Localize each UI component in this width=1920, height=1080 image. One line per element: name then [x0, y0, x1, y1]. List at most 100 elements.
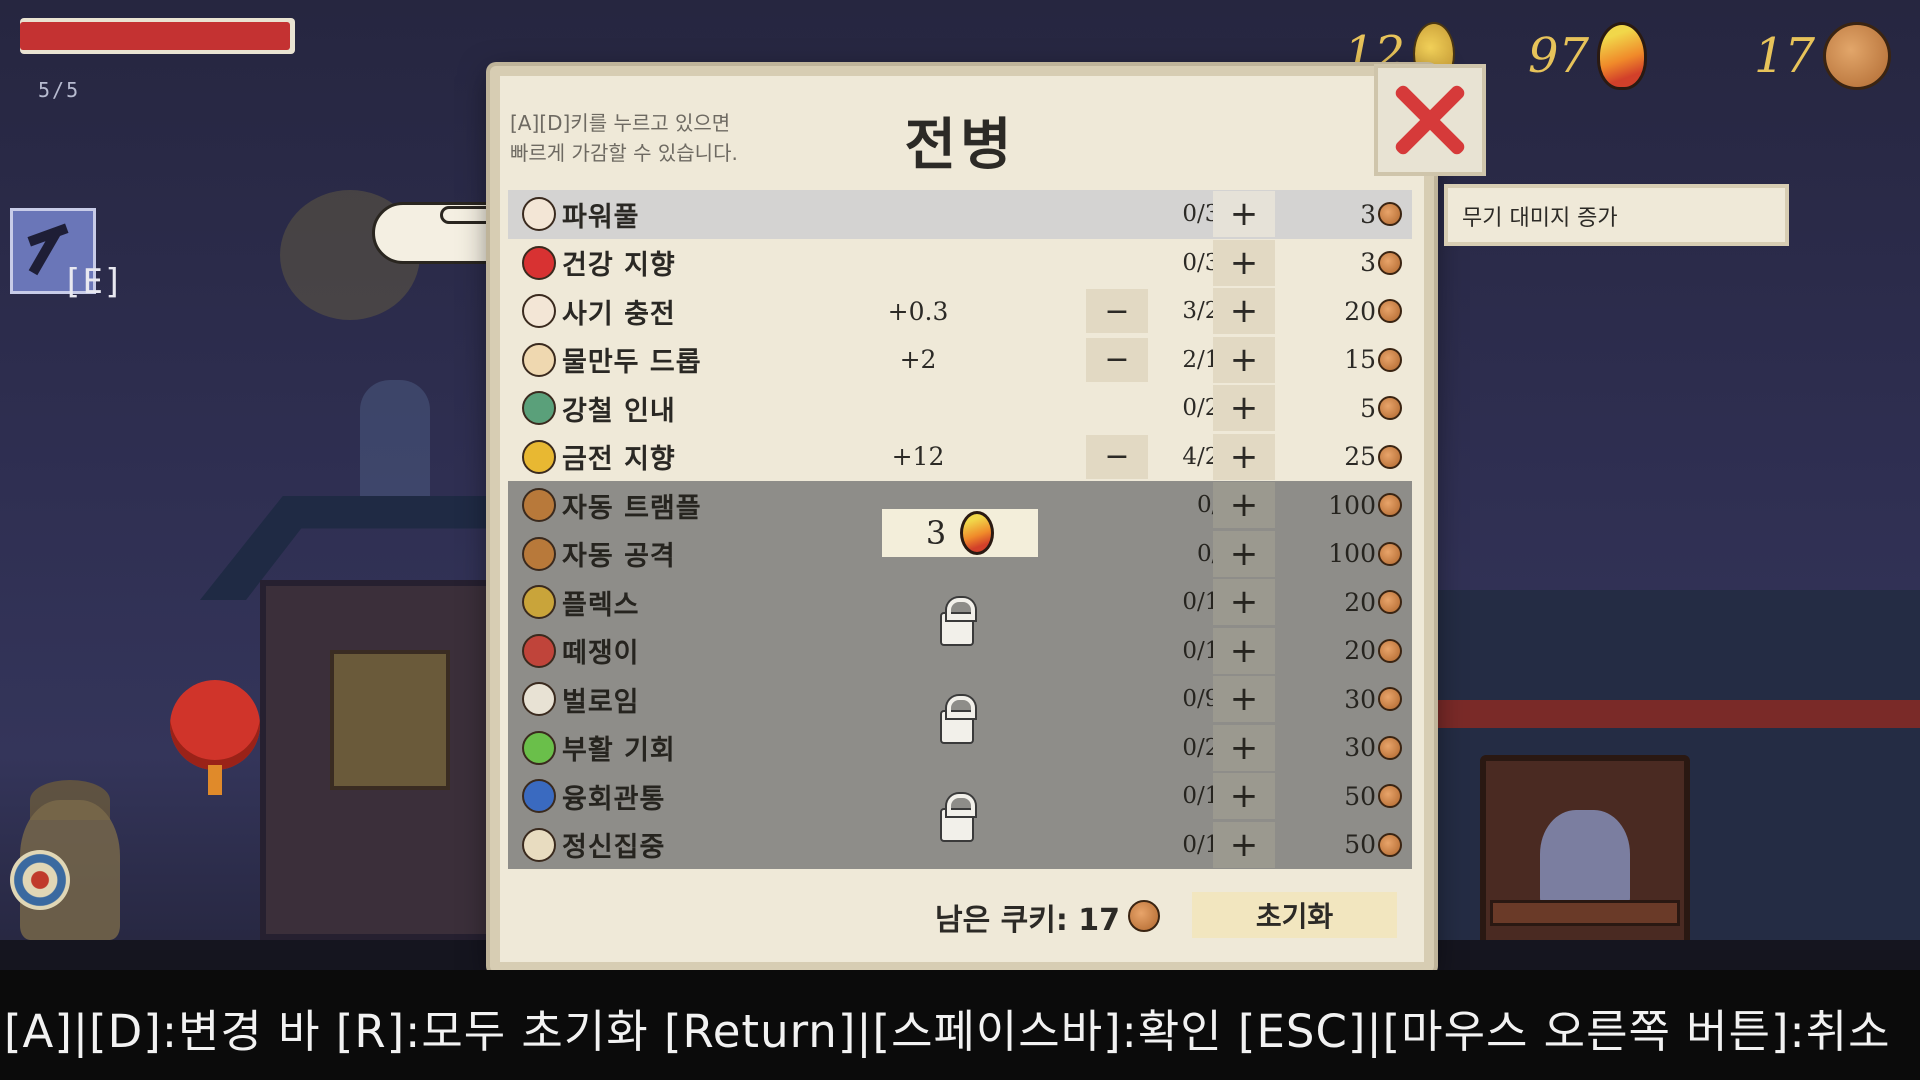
hint-line-2: 빠르게 가감할 수 있습니다. — [510, 141, 738, 165]
cookie-icon — [1378, 638, 1402, 663]
decrease-button[interactable]: − — [1086, 337, 1148, 382]
remaining-cookies: 남은 쿠키: 17 — [935, 903, 1121, 938]
increase-button[interactable]: + — [1213, 530, 1275, 577]
dice-icon — [522, 682, 556, 717]
increase-button[interactable]: + — [1213, 288, 1275, 335]
flame-gem-icon — [960, 511, 995, 555]
archery-target — [10, 850, 70, 910]
cookie-count: 17 — [1754, 28, 1816, 84]
increase-button[interactable]: + — [1213, 482, 1275, 529]
upgrade-name: 정신집중 — [562, 832, 666, 864]
increase-button[interactable]: + — [1213, 821, 1275, 868]
increase-button[interactable]: + — [1213, 433, 1275, 480]
flame-gem-icon — [1597, 22, 1648, 90]
hint-text: [A][D]키를 누르고 있으면 빠르게 가감할 수 있습니다. — [510, 108, 738, 168]
close-button[interactable] — [1374, 64, 1486, 176]
foot-icon — [522, 488, 556, 523]
skill-key-label: [E] — [62, 262, 124, 302]
increase-button[interactable]: + — [1213, 239, 1275, 286]
upgrade-cost: 30 — [1344, 684, 1376, 714]
unlock-cost-box[interactable]: 3 — [882, 509, 1038, 557]
upgrade-cost: 5 — [1360, 393, 1376, 423]
upgrade-cost: 100 — [1328, 490, 1376, 520]
upgrade-name: 물만두 드롭 — [562, 347, 702, 379]
upgrade-cost: 20 — [1344, 587, 1376, 617]
increase-button[interactable]: + — [1213, 191, 1275, 238]
upgrade-cost: 30 — [1344, 733, 1376, 763]
cookie-icon — [1378, 590, 1402, 615]
health-bar — [20, 18, 295, 54]
upgrade-cost: 50 — [1344, 830, 1376, 860]
temple-window — [330, 650, 450, 790]
health-text: 5/5 — [38, 78, 81, 102]
upgrade-bonus: +0.3 — [887, 296, 949, 326]
increase-button[interactable]: + — [1213, 773, 1275, 820]
increase-button[interactable]: + — [1213, 676, 1275, 723]
upgrade-row[interactable]: 금전 지향 +12−4/20 +25 — [508, 433, 1412, 482]
armor-icon — [522, 391, 556, 426]
cookie-icon — [1378, 687, 1402, 712]
upgrade-name: 건강 지향 — [562, 250, 676, 282]
cookie-icon — [1378, 493, 1402, 518]
increase-button[interactable]: + — [1213, 579, 1275, 626]
unlock-cost-value: 3 — [925, 514, 947, 552]
cookie-icon — [1378, 735, 1402, 760]
decrease-button[interactable]: − — [1086, 434, 1148, 479]
decrease-button[interactable]: − — [1086, 289, 1148, 334]
mushroom-icon — [522, 730, 556, 765]
upgrade-bonus: +12 — [891, 442, 945, 472]
upgrade-name: 사기 충전 — [562, 298, 676, 330]
increase-button[interactable]: + — [1213, 385, 1275, 432]
hint-line-1: [A][D]키를 누르고 있으면 — [510, 111, 731, 135]
upgrade-name: 벌로임 — [562, 686, 640, 718]
increase-button[interactable]: + — [1213, 336, 1275, 383]
upgrade-cost: 15 — [1344, 345, 1376, 375]
upgrade-cost: 3 — [1360, 248, 1376, 278]
controls-hint: [A]|[D]:변경 바 [R]:모두 초기화 [Return]|[스페이스바]… — [4, 1005, 1891, 1058]
reset-button[interactable]: 초기화 — [1192, 892, 1397, 938]
lock-icon — [940, 794, 975, 842]
upgrade-name: 떼쟁이 — [562, 638, 640, 670]
upgrade-name: 파워풀 — [562, 201, 640, 233]
upgrade-name: 플렉스 — [562, 589, 640, 621]
lock-icon — [940, 696, 975, 744]
right-building-band — [1430, 700, 1920, 728]
cookie-icon — [1378, 832, 1402, 857]
flame-gem-counter: 97 — [1528, 22, 1648, 90]
cookie-icon — [1378, 396, 1402, 421]
upgrade-name: 강철 인내 — [562, 395, 676, 427]
upgrade-cost: 100 — [1328, 539, 1376, 569]
health-bar-fill — [20, 22, 290, 50]
cabinet-base — [1490, 900, 1680, 926]
cookie-icon — [1823, 22, 1892, 90]
lantern-tassel — [208, 765, 222, 795]
upgrade-name: 부활 기회 — [562, 735, 676, 767]
arrows-icon — [522, 779, 556, 814]
upgrade-bonus: +2 — [899, 345, 937, 375]
upgrade-row[interactable]: 강철 인내 0/20 +5 — [508, 384, 1412, 433]
fist-icon — [522, 197, 556, 232]
raised-hand-icon — [522, 294, 556, 329]
upgrade-row[interactable]: 파워풀 0/30 +3 — [508, 190, 1412, 239]
cookie-icon — [1378, 250, 1402, 275]
upgrade-row[interactable]: 건강 지향 0/30 +3 — [508, 239, 1412, 288]
flame-gem-count: 97 — [1528, 28, 1590, 84]
upgrade-row[interactable]: 물만두 드롭 +2−2/10 +15 — [508, 336, 1412, 385]
cookie-icon — [1378, 202, 1402, 227]
pointing-hand-icon — [522, 536, 556, 571]
upgrade-cost: 20 — [1344, 296, 1376, 326]
increase-button[interactable]: + — [1213, 627, 1275, 674]
upgrade-cost: 3 — [1360, 199, 1376, 229]
angry-face-icon — [522, 633, 556, 668]
heart-icon — [522, 245, 556, 280]
cookie-counter: 17 — [1754, 22, 1892, 90]
dumpling-icon — [522, 342, 556, 377]
upgrade-cost: 20 — [1344, 636, 1376, 666]
upgrade-tooltip: 무기 대미지 증가 — [1444, 184, 1789, 246]
cookie-icon — [1378, 444, 1402, 469]
increase-button[interactable]: + — [1213, 724, 1275, 771]
upgrade-row[interactable]: 사기 충전 +0.3−3/20 +20 — [508, 287, 1412, 336]
panel-title: 전병 — [904, 113, 1016, 178]
flex-icon — [522, 585, 556, 620]
upgrade-cost: 25 — [1344, 442, 1376, 472]
